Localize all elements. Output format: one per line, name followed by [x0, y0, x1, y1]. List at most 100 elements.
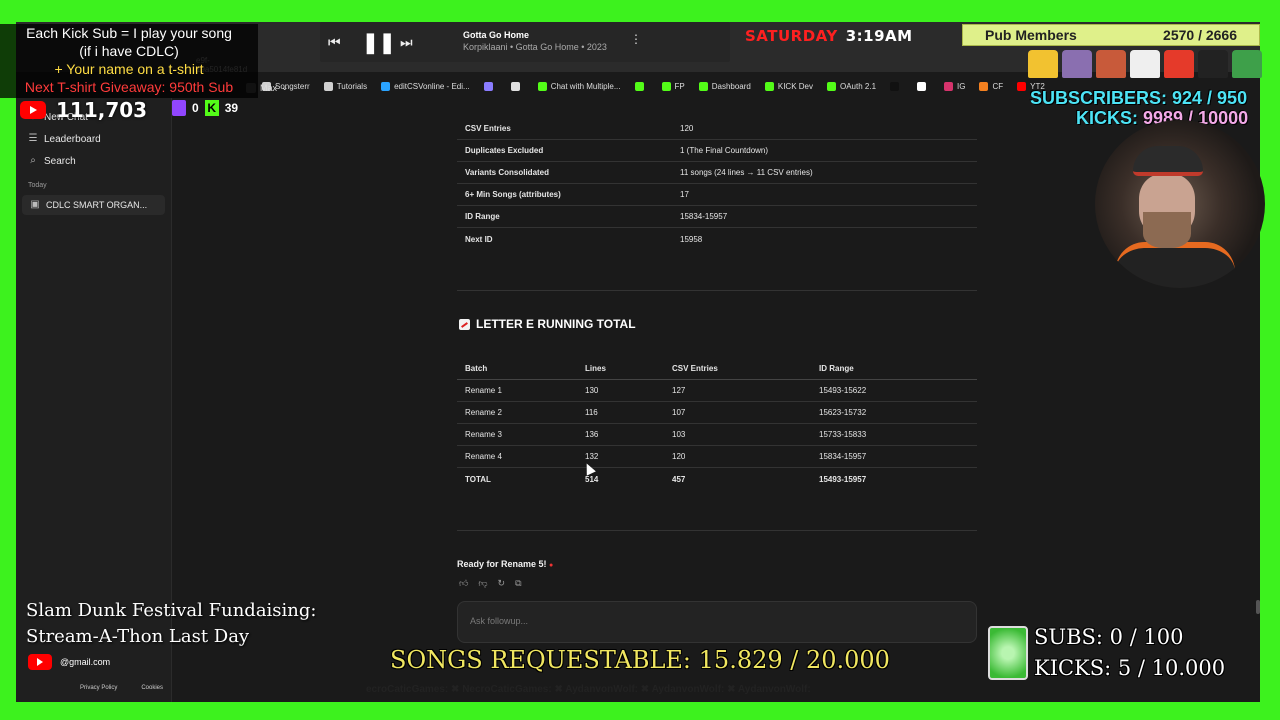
table-row: Rename 4 132 120 15834-15957 [457, 446, 977, 468]
bookmark-label: Dashboard [711, 81, 751, 91]
more-options-icon[interactable]: ⋮ [630, 32, 642, 46]
table-row: Rename 3 136 103 15733-15833 [457, 424, 977, 446]
songs-requestable: SONGS REQUESTABLE: 15.829 / 20.000 [390, 646, 890, 674]
ready-text: Ready for Rename 5! [457, 559, 547, 569]
table-cell: Rename 4 [465, 452, 502, 461]
bookmark-icon [979, 81, 989, 91]
previous-track-icon[interactable]: ⏮ [328, 34, 341, 51]
next-track-icon[interactable]: ⏭ [400, 34, 413, 51]
webcam-shirt [1115, 242, 1235, 288]
list-icon: ☰ [28, 133, 38, 144]
track-subtitle: Korpiklaani • Gotta Go Home • 2023 [463, 42, 607, 52]
bookmark-item[interactable]: Chat with Multiple... [537, 81, 621, 91]
summary-row: ID Range 15834-15957 [457, 206, 977, 228]
bookmark-item[interactable] [483, 81, 497, 91]
bookmark-label: Tutorials [336, 81, 368, 91]
youtube-subscriber-count: 111,703 [20, 98, 147, 122]
bookmark-icon [661, 81, 671, 91]
youtube-icon [20, 101, 46, 119]
table-cell: CSV Entries [672, 364, 718, 373]
summary-value: 1 (The Final Countdown) [680, 146, 769, 155]
table-cell: 514 [585, 474, 599, 484]
bookmark-item[interactable]: KICK Dev [764, 81, 813, 91]
copy-icon[interactable]: ⧉ [515, 578, 521, 589]
bookmark-item[interactable]: CF [979, 81, 1003, 91]
email-text: @gmail.com [60, 657, 111, 667]
followup-input[interactable] [458, 602, 976, 640]
chevron-down-icon: ⌄ [281, 82, 289, 92]
bookmark-item[interactable] [890, 81, 903, 91]
sidebar-section-today: Today [28, 182, 47, 189]
tshirt-image [1198, 50, 1228, 78]
bookmark-icon [537, 81, 547, 91]
summary-key: Variants Consolidated [465, 168, 550, 177]
youtube-icon [28, 654, 52, 670]
pin-icon: ● [549, 562, 554, 569]
table-row: Rename 2 116 107 15623-15732 [457, 402, 977, 424]
bookmark-label: Chat with Multiple... [550, 81, 621, 91]
thumbs-down-icon[interactable]: 👎︎ [478, 578, 487, 589]
bookmark-item[interactable]: Dashboard [698, 81, 751, 91]
summary-key: Next ID [465, 234, 493, 244]
day-label: SATURDAY [745, 27, 838, 45]
table-cell: Rename 2 [465, 408, 502, 417]
scrollbar[interactable] [1256, 600, 1260, 614]
table-cell: 15493-15622 [819, 386, 867, 395]
chart-increasing-icon [459, 318, 470, 330]
sidebar-item-search[interactable]: ⌕ Search [16, 150, 171, 172]
privacy-link[interactable]: Privacy Policy [80, 685, 117, 691]
divider [457, 290, 977, 291]
fundraising-banner: Slam Dunk Festival Fundaising: Stream-A-… [26, 598, 316, 650]
summary-row: 6+ Min Songs (attributes) 17 [457, 184, 977, 206]
jar-goals: SUBS: 0 / 100 KICKS: 5 / 10.000 [1034, 622, 1225, 684]
bookmark-item[interactable] [510, 81, 524, 91]
table-cell: 15493-15957 [819, 474, 867, 484]
kick-count: 39 [224, 101, 239, 115]
kick-icon: K [204, 100, 219, 116]
bookmark-label: editCSVonline - Edi... [394, 81, 470, 91]
table-cell: ID Range [819, 364, 854, 373]
chat-icon: ▣ [30, 199, 40, 210]
bookmark-icon [764, 81, 774, 91]
bookmark-item[interactable]: editCSVonline - Edi... [381, 81, 470, 91]
plan-label: Max [260, 82, 278, 93]
table-cell: 130 [585, 386, 599, 395]
summary-value: 15958 [680, 234, 703, 244]
kick-sub-line: Each Kick Sub = I play your song [26, 25, 232, 41]
thumbs-up-icon[interactable]: 👍︎ [459, 578, 468, 589]
summary-value: 11 songs (24 lines → 11 CSV entries) [680, 168, 813, 177]
webcam-beard [1143, 212, 1191, 248]
sidebar-chat-item[interactable]: ▣ CDLC SMART ORGAN... [22, 195, 165, 215]
table-cell: 457 [672, 474, 686, 484]
bookmark-item[interactable] [634, 81, 648, 91]
table-cell: 15834-15957 [819, 452, 867, 461]
summary-key: 6+ Min Songs (attributes) [465, 190, 561, 199]
bookmark-item[interactable] [917, 81, 930, 91]
message-actions: 👍︎ 👎︎ ↻ ⧉ [459, 578, 522, 589]
summary-row: Variants Consolidated 11 songs (24 lines … [457, 162, 977, 184]
bookmark-item[interactable]: Tutorials [323, 81, 368, 91]
time-label: 3:19AM [845, 27, 913, 45]
tshirt-image [1028, 50, 1058, 78]
tshirt-image [1164, 50, 1194, 78]
cookies-link[interactable]: Cookies [141, 685, 163, 691]
bookmark-item[interactable]: OAuth 2.1 [827, 81, 876, 91]
jar-kicks: KICKS: 5 / 10.000 [1034, 656, 1226, 680]
retry-icon[interactable]: ↻ [498, 578, 506, 589]
twitch-icon [172, 100, 186, 116]
bookmark-item[interactable]: FP [661, 81, 685, 91]
ready-message: Ready for Rename 5! ● [457, 559, 553, 569]
sidebar-item-leaderboard[interactable]: ☰ Leaderboard [16, 128, 171, 150]
track-title: Gotta Go Home [463, 30, 530, 40]
kick-sub-info: Each Kick Sub = I play your song (if i h… [0, 24, 258, 98]
table-cell: 15733-15833 [819, 430, 867, 439]
pause-icon[interactable]: ❚❚ [362, 30, 396, 55]
sidebar-chat-label: CDLC SMART ORGAN... [46, 200, 148, 210]
running-total-table: Batch Lines CSV Entries ID Range Rename 1 130… [457, 358, 977, 490]
table-cell: 120 [672, 452, 686, 461]
bookmark-icon [698, 81, 708, 91]
kick-sub-line: + Your name on a t-shirt [54, 61, 204, 77]
tshirt-image [1232, 50, 1262, 78]
bookmark-item[interactable]: IG [944, 81, 965, 91]
footer-links: Privacy Policy Cookies [80, 685, 163, 691]
